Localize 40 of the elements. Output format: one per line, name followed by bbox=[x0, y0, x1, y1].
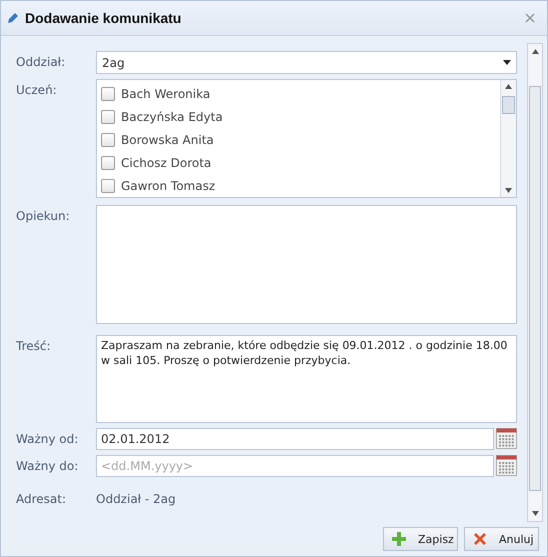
scrollbar[interactable] bbox=[527, 43, 543, 522]
close-icon bbox=[473, 532, 487, 546]
field-label: Ważny od: bbox=[16, 431, 80, 446]
scroll-up-icon[interactable] bbox=[532, 49, 538, 54]
checkbox[interactable] bbox=[101, 156, 115, 170]
scroll-thumb[interactable] bbox=[502, 96, 515, 114]
message-field[interactable]: Zapraszam na zebranie, które odbędzie się 09.01.2012 . o godzinie 18.00 w sali 105. Proszę o potwierdzenie przybycia. bbox=[96, 335, 517, 423]
date-field[interactable]: 02.01.2012 bbox=[96, 428, 494, 450]
field-label: Treść: bbox=[16, 338, 52, 353]
field-label: Uczeń: bbox=[16, 82, 58, 97]
recipient-value: Oddział - 2ag bbox=[96, 491, 176, 506]
checkbox[interactable] bbox=[101, 110, 115, 124]
calendar-icon[interactable] bbox=[496, 455, 517, 476]
plus-icon bbox=[392, 532, 406, 546]
scroll-down-icon[interactable] bbox=[532, 511, 538, 516]
student-name[interactable]: Gawron Tomasz bbox=[121, 178, 216, 192]
student-name[interactable]: Borowska Anita bbox=[121, 132, 214, 146]
cancel-button[interactable]: Anuluj bbox=[464, 527, 539, 551]
window-title: Dodawanie komunikatu bbox=[25, 10, 182, 26]
class-dropdown[interactable]: 2ag bbox=[96, 51, 517, 74]
scroll-down-icon[interactable] bbox=[505, 188, 512, 193]
guardian-field[interactable] bbox=[96, 205, 517, 324]
student-name[interactable]: Cichosz Dorota bbox=[121, 156, 212, 170]
scrollbar[interactable] bbox=[500, 80, 516, 197]
field-label: Opiekun: bbox=[16, 208, 71, 223]
field-label: Oddział: bbox=[16, 54, 66, 69]
student-name[interactable]: Bach Weronika bbox=[121, 86, 210, 100]
field-label: Ważny do: bbox=[16, 458, 80, 473]
student-name[interactable]: Baczyńska Edyta bbox=[121, 110, 223, 124]
checkbox[interactable] bbox=[101, 86, 115, 100]
pencil-icon bbox=[7, 12, 19, 24]
scroll-up-icon[interactable] bbox=[505, 84, 512, 89]
caret-icon bbox=[503, 60, 511, 65]
calendar-icon[interactable] bbox=[496, 428, 517, 449]
save-button[interactable]: Zapisz bbox=[383, 527, 458, 551]
field-label: Adresat: bbox=[16, 491, 68, 506]
scroll-thumb[interactable] bbox=[529, 86, 541, 491]
checkbox[interactable] bbox=[101, 132, 115, 146]
close-icon[interactable] bbox=[525, 13, 535, 23]
checkbox[interactable] bbox=[101, 178, 115, 192]
